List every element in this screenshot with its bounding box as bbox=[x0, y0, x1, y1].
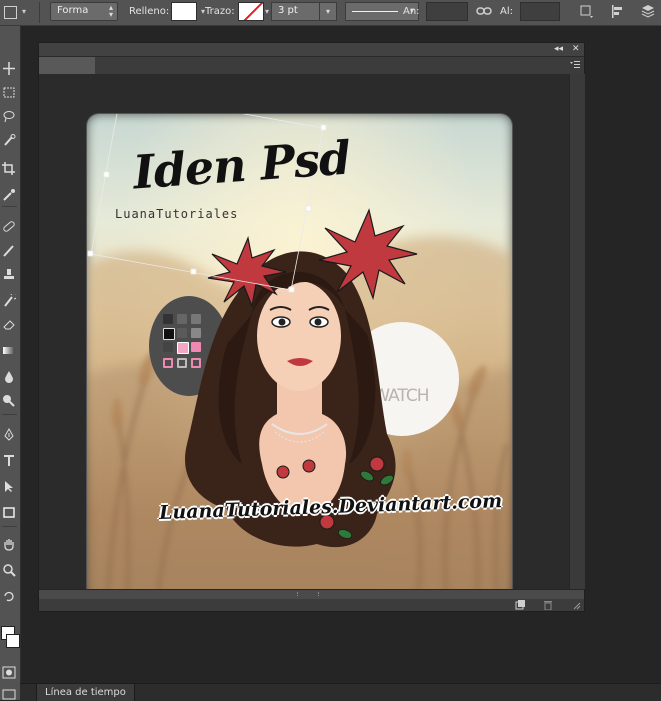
new-layer-icon[interactable] bbox=[515, 600, 525, 610]
healing-brush-tool-icon[interactable] bbox=[2, 220, 16, 233]
chevron-down-icon: ▾ bbox=[22, 7, 27, 16]
history-brush-tool-icon[interactable] bbox=[2, 294, 16, 307]
solid-line-icon bbox=[352, 11, 398, 12]
timeline-tab-label: Línea de tiempo bbox=[45, 687, 126, 698]
pen-tool-icon[interactable] bbox=[2, 428, 16, 441]
stroke-color-swatch[interactable] bbox=[238, 2, 264, 21]
document-titlebar[interactable]: ◂◂ ✕ bbox=[39, 43, 584, 57]
collapse-icon[interactable]: ◂◂ bbox=[554, 43, 563, 56]
canvas-area[interactable]: +WATCH Iden Psd LuanaTutoriales LuanaTut… bbox=[39, 74, 569, 601]
quick-mask-icon[interactable] bbox=[2, 666, 16, 679]
rectangle-shape-icon bbox=[4, 6, 17, 19]
document-tab[interactable] bbox=[39, 57, 95, 74]
zoom-tool-icon[interactable] bbox=[2, 564, 16, 577]
no-color-slash-icon bbox=[240, 3, 263, 20]
toolbar-divider bbox=[2, 526, 17, 527]
options-bar: ▾ Forma ▴ ▾ Relleno: ▾ Trazo: ▾ 3 pt ▾ ▾ … bbox=[0, 0, 661, 26]
path-selection-tool-icon[interactable] bbox=[2, 480, 16, 493]
dodge-tool-icon[interactable] bbox=[2, 394, 16, 407]
fill-color-swatch[interactable] bbox=[171, 2, 197, 21]
height-input[interactable] bbox=[520, 2, 560, 21]
timeline-tab[interactable]: Línea de tiempo bbox=[36, 684, 135, 701]
brush-tool-icon[interactable] bbox=[2, 244, 16, 257]
lasso-tool-icon[interactable] bbox=[2, 110, 16, 123]
rotate-view-tool-icon[interactable] bbox=[2, 590, 16, 603]
hand-tool-icon[interactable] bbox=[2, 538, 16, 551]
width-input[interactable] bbox=[426, 2, 468, 21]
bottom-panel-bar: Línea de tiempo bbox=[20, 683, 661, 701]
fill-label: Relleno: bbox=[129, 6, 170, 17]
toolbar-divider bbox=[2, 206, 17, 207]
path-arrangement-icon[interactable] bbox=[639, 3, 657, 21]
chevron-down-icon[interactable]: ▾ bbox=[319, 3, 336, 20]
tools-panel bbox=[0, 26, 21, 700]
path-alignment-icon[interactable] bbox=[609, 3, 627, 21]
eyedropper-tool-icon[interactable] bbox=[2, 188, 16, 201]
resize-grip-icon[interactable] bbox=[297, 592, 319, 596]
trash-icon[interactable] bbox=[543, 600, 553, 610]
vertical-scrollbar[interactable] bbox=[569, 74, 585, 589]
stroke-label: Trazo: bbox=[205, 6, 235, 17]
document-tab-row bbox=[39, 57, 584, 74]
artwork-canvas[interactable]: +WATCH Iden Psd LuanaTutoriales LuanaTut… bbox=[87, 114, 512, 601]
panel-resize-icon[interactable] bbox=[571, 600, 581, 610]
document-window: ◂◂ ✕ +WATCH Iden Psd LuanaTutoriales Lua… bbox=[38, 42, 585, 612]
horizontal-scrollbar[interactable] bbox=[39, 589, 584, 599]
panel-menu-icon[interactable] bbox=[570, 60, 580, 70]
width-label: An: bbox=[403, 6, 420, 17]
screen-mode-icon[interactable] bbox=[2, 688, 16, 701]
stroke-width-value: 3 pt bbox=[278, 5, 298, 16]
clone-stamp-tool-icon[interactable] bbox=[2, 268, 16, 281]
document-status-bar bbox=[39, 599, 584, 611]
toolbar-divider bbox=[2, 414, 17, 415]
height-label: Al: bbox=[500, 6, 513, 17]
foreground-background-color-icon[interactable] bbox=[0, 626, 20, 652]
tool-mode-select[interactable]: Forma ▴ ▾ bbox=[50, 2, 118, 21]
logo-subtext: LuanaTutoriales bbox=[115, 207, 239, 221]
blur-tool-icon[interactable] bbox=[2, 370, 16, 383]
eraser-tool-icon[interactable] bbox=[2, 318, 16, 331]
updown-arrows-icon: ▴ ▾ bbox=[108, 3, 113, 19]
tool-preset-picker[interactable]: ▾ bbox=[0, 2, 40, 23]
rectangle-tool-icon[interactable] bbox=[2, 506, 16, 519]
stroke-width-field[interactable]: 3 pt ▾ bbox=[271, 2, 337, 21]
link-dimensions-icon[interactable] bbox=[475, 3, 493, 19]
crop-tool-icon[interactable] bbox=[2, 162, 16, 175]
quick-selection-tool-icon[interactable] bbox=[2, 134, 16, 147]
tool-mode-value: Forma bbox=[57, 5, 89, 16]
marquee-tool-icon[interactable] bbox=[2, 86, 16, 99]
type-tool-icon[interactable] bbox=[2, 454, 16, 467]
gradient-tool-icon[interactable] bbox=[2, 344, 16, 357]
move-tool-icon[interactable] bbox=[2, 62, 16, 75]
stroke-dropdown-icon[interactable]: ▾ bbox=[265, 7, 269, 16]
path-operations-icon[interactable] bbox=[578, 3, 596, 21]
close-icon[interactable]: ✕ bbox=[572, 43, 580, 56]
